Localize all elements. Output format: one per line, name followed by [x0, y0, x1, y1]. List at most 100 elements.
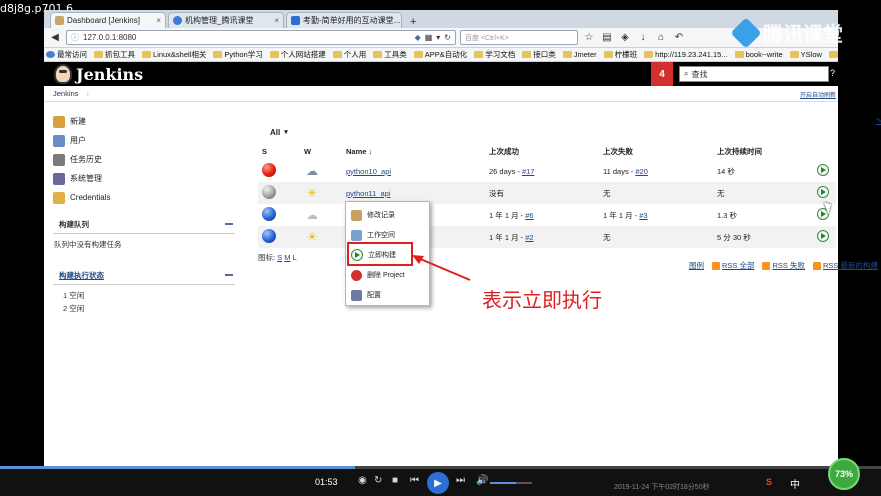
tab-dropdown-icon[interactable]: ▾ [284, 128, 288, 142]
col-last-duration[interactable]: 上次持续时间 [713, 142, 813, 160]
col-last-success[interactable]: 上次成功 [485, 142, 599, 160]
help-icon[interactable]: ? [830, 68, 835, 78]
back-icon[interactable]: ◀ [48, 32, 62, 43]
shield-icon[interactable]: ◆ [415, 33, 421, 42]
close-icon[interactable]: × [156, 16, 161, 25]
icon-size-m[interactable]: M [284, 253, 290, 262]
undo-icon[interactable]: ↶ [672, 32, 686, 43]
col-status[interactable]: S [258, 142, 300, 160]
info-icon: ⓘ [71, 33, 79, 42]
bookmark-item[interactable]: 学习文档 [474, 49, 515, 60]
last-failure-build-link[interactable]: #3 [639, 211, 647, 220]
schedule-build-icon[interactable] [817, 186, 829, 198]
ime-indicator[interactable]: 中 [790, 476, 800, 491]
auto-refresh-link[interactable]: 开启自动刷新 [800, 90, 836, 99]
rss-all-link[interactable]: RSS 全部 [711, 260, 754, 271]
qr-icon[interactable]: ▦ [425, 33, 433, 42]
last-success-build-link[interactable]: #6 [525, 211, 533, 220]
prev-icon[interactable]: ⏮ [410, 475, 419, 486]
close-icon[interactable]: × [274, 16, 279, 25]
tab-jenkins-dashboard[interactable]: Dashboard [Jenkins] × [50, 12, 166, 28]
sidebar-item-history[interactable]: 任务历史 [53, 150, 235, 169]
download-icon[interactable]: ↓ [636, 32, 650, 43]
bookmark-item[interactable]: 柠檬班 [603, 49, 637, 60]
next-icon[interactable]: ⏭ [456, 475, 465, 486]
jenkins-search-input[interactable]: ⌕ 查找 [679, 66, 829, 82]
schedule-build-icon[interactable] [817, 164, 829, 176]
pocket-icon[interactable]: ◈ [618, 32, 632, 43]
last-success-build-link[interactable]: #17 [522, 167, 535, 176]
library-icon[interactable]: ▤ [600, 32, 614, 43]
new-tab-button[interactable]: + [404, 16, 422, 28]
loop-icon[interactable]: ↻ [374, 475, 382, 486]
executor-title[interactable]: 构建执行状态 [59, 270, 104, 281]
bookmark-item[interactable]: 接口类 [522, 49, 556, 60]
bookmark-item[interactable]: Python学习 [213, 49, 263, 60]
tab-tencent[interactable]: 机构管理_腾讯课堂 × [168, 12, 284, 28]
folder-icon [522, 51, 532, 58]
sidebar-item-manage[interactable]: 系统管理 [53, 169, 235, 188]
bookmark-item[interactable]: 最常访问 [46, 49, 87, 60]
collapse-icon[interactable] [225, 274, 233, 276]
col-name[interactable]: Name ↓ [342, 142, 485, 160]
rss-failed-link[interactable]: RSS 失败 [762, 260, 805, 271]
bookmark-item[interactable]: 个人网站搭建 [269, 49, 326, 60]
notification-badge[interactable]: 4 [651, 62, 673, 86]
jenkins-logo[interactable]: Jenkins [54, 64, 143, 84]
folder-icon [413, 51, 423, 58]
playlist-icon[interactable]: ◉ [358, 475, 367, 486]
bookmark-item[interactable]: Linux&shell相关 [142, 49, 206, 60]
context-menu-item-configure[interactable]: 配置 [346, 285, 429, 305]
play-button[interactable]: ▶ [427, 472, 449, 494]
job-name-link[interactable]: python10_api [346, 167, 391, 176]
tencent-classroom-watermark: 腾讯课堂 [730, 16, 843, 49]
schedule-build-icon[interactable] [817, 230, 829, 242]
tab-app[interactable]: 考勤-简单好用的互动课堂... × [286, 12, 402, 28]
bookmark-item[interactable]: 性能测试相关 [828, 49, 838, 60]
sidebar-item-people[interactable]: 用户 [53, 131, 235, 150]
last-failure-build-link[interactable]: #20 [635, 167, 648, 176]
search-input[interactable]: 百度 <Ctrl+K> [460, 30, 578, 45]
reload-icon[interactable]: ↻ [444, 33, 451, 42]
icon-size-s[interactable]: S [277, 253, 282, 262]
last-success-build-link[interactable]: #2 [525, 233, 533, 242]
star-icon[interactable]: ☆ [582, 32, 596, 43]
tab-all[interactable]: All [270, 128, 280, 142]
folder-icon [332, 51, 342, 58]
home-icon[interactable]: ⌂ [654, 32, 668, 43]
context-menu-item-changes[interactable]: 修改记录 [346, 205, 429, 225]
stop-icon[interactable]: ■ [392, 475, 398, 486]
bookmark-item[interactable]: 个人用 [332, 49, 367, 60]
sidebar-item-credentials[interactable]: Credentials [53, 188, 235, 207]
bookmark-item[interactable]: YSlow [789, 50, 822, 59]
legend-link[interactable]: 图例 [689, 260, 704, 271]
add-view-link[interactable]: ✎ 添加 [876, 116, 881, 126]
job-name-link[interactable]: python11_api [346, 189, 390, 198]
context-menu-item-delete[interactable]: 删除 Project [346, 265, 429, 285]
history-icon [53, 153, 65, 166]
breadcrumb-jenkins[interactable]: Jenkins [53, 89, 78, 98]
bookmark-item[interactable]: http://119.23.241.15... [644, 50, 728, 59]
collapse-icon[interactable] [225, 223, 233, 225]
bookmark-label: 个人用 [343, 50, 367, 59]
rss-latest-link[interactable]: RSS 最新的构建 [812, 260, 878, 271]
col-last-failure[interactable]: 上次失败 [599, 142, 713, 160]
volume-icon[interactable]: 🔊 [476, 475, 488, 486]
jenkins-favicon-icon [55, 16, 64, 25]
dropdown-icon[interactable]: ▾ [436, 33, 440, 42]
build-queue-title[interactable]: 构建队列 [59, 219, 89, 230]
bookmark-item[interactable]: 抓包工具 [94, 49, 135, 60]
sogou-ime-icon[interactable]: S [766, 477, 772, 487]
sidebar-item-new-item[interactable]: 新建 [53, 112, 235, 131]
sidebar-item-label: Credentials [70, 193, 111, 202]
bookmark-item[interactable]: book--write [734, 50, 783, 59]
bookmark-item[interactable]: Jmeter [562, 50, 597, 59]
bookmark-item[interactable]: APP&自动化 [413, 49, 467, 60]
side-tasks: 新建 用户 任务历史 系统管理 Credentials [53, 112, 235, 207]
volume-slider[interactable] [490, 482, 532, 484]
url-bar[interactable]: ⓘ 127.0.0.1:8080 ◆ ▦ ▾ ↻ [66, 30, 456, 45]
bookmark-item[interactable]: 工具类 [373, 49, 407, 60]
sunny-weather-icon: ☀ [306, 186, 318, 200]
breadcrumb-arrow-icon[interactable]: › [86, 89, 89, 98]
col-weather[interactable]: W [300, 142, 342, 160]
